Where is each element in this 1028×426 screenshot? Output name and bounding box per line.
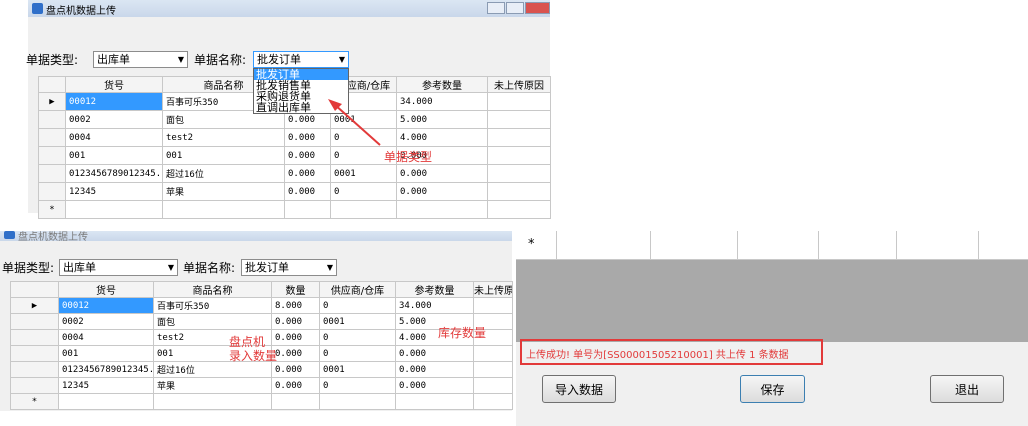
table-cell[interactable]: 0123456789012345... bbox=[58, 361, 154, 378]
table-cell[interactable]: 0.000 bbox=[395, 361, 474, 378]
doc-type-select[interactable]: 出库单 ▼ bbox=[59, 259, 178, 276]
table-cell[interactable] bbox=[58, 393, 154, 410]
row-indicator[interactable] bbox=[10, 361, 59, 378]
doc-type-label: 单据类型: bbox=[2, 261, 55, 275]
col-header-reason[interactable]: 未上传原 bbox=[473, 281, 513, 298]
table-cell[interactable]: 0 bbox=[319, 377, 396, 394]
row-indicator[interactable] bbox=[10, 377, 59, 394]
annotation-doc-type: 单据类型 bbox=[384, 150, 433, 164]
annotation-stock-qty: 库存数量 bbox=[438, 326, 487, 340]
row-indicator[interactable] bbox=[10, 345, 59, 362]
table-cell[interactable]: 0.000 bbox=[271, 377, 320, 394]
table-cell[interactable]: 001 bbox=[58, 345, 154, 362]
status-box: 上传成功! 单号为[SS00001505210001] 共上传 1 条数据 bbox=[520, 339, 823, 365]
col-header-code[interactable]: 货号 bbox=[58, 281, 154, 298]
annotation-entered-qty: 盘点机 录入数量 bbox=[229, 335, 277, 363]
window-title: 盘点机数据上传 bbox=[18, 232, 88, 243]
col-header-name[interactable]: 商品名称 bbox=[153, 281, 272, 298]
table-cell[interactable]: 超过16位 bbox=[153, 361, 272, 378]
table-cell[interactable]: 百事可乐350 bbox=[153, 297, 272, 314]
doc-name-label: 单据名称: bbox=[183, 261, 236, 275]
exit-button[interactable]: 退出 bbox=[930, 375, 1004, 403]
table-cell[interactable]: 0.000 bbox=[271, 345, 320, 362]
table-row[interactable]: 0123456789012345...超过16位0.00000010.000 bbox=[10, 361, 513, 378]
grid-col-divider bbox=[556, 231, 557, 259]
table-row[interactable]: ▶ 00012 百事可乐350 8.000 0 34.000 bbox=[10, 297, 513, 314]
chevron-down-icon: ▼ bbox=[326, 263, 333, 272]
table-cell[interactable]: 0.000 bbox=[271, 329, 320, 346]
import-data-button[interactable]: 导入数据 bbox=[542, 375, 616, 403]
save-button[interactable]: 保存 bbox=[740, 375, 805, 403]
table-cell[interactable] bbox=[153, 393, 272, 410]
grid-empty-area bbox=[516, 260, 1028, 342]
table-cell[interactable]: 0.000 bbox=[395, 345, 474, 362]
app-icon bbox=[4, 231, 15, 239]
grid-col-divider bbox=[896, 231, 897, 259]
table-cell[interactable]: 苹果 bbox=[153, 377, 272, 394]
table-cell[interactable]: 00012 bbox=[58, 297, 154, 314]
grid-new-row: * bbox=[516, 231, 1028, 260]
new-row-marker: * bbox=[528, 237, 535, 252]
table-cell[interactable] bbox=[271, 393, 320, 410]
table-cell[interactable] bbox=[473, 345, 513, 362]
table-row[interactable]: 12345 苹果 0.000 0 0.000 bbox=[10, 377, 513, 394]
grid-col-divider bbox=[978, 231, 979, 259]
col-header-ref-qty[interactable]: 参考数量 bbox=[395, 281, 474, 298]
row-indicator[interactable] bbox=[10, 329, 59, 346]
doc-type-value: 出库单 bbox=[63, 261, 96, 274]
chevron-down-icon: ▼ bbox=[167, 263, 174, 272]
doc-name-select[interactable]: 批发订单 ▼ bbox=[241, 259, 337, 276]
table-cell[interactable]: 0.000 bbox=[271, 361, 320, 378]
table-cell[interactable] bbox=[319, 393, 396, 410]
table-cell[interactable] bbox=[473, 361, 513, 378]
table-cell[interactable]: 面包 bbox=[153, 313, 272, 330]
table-cell[interactable]: 0 bbox=[319, 297, 396, 314]
table-cell[interactable]: 0002 bbox=[58, 313, 154, 330]
new-row[interactable]: * bbox=[10, 393, 513, 410]
annotation-entered-qty-text: 盘点机 录入数量 bbox=[229, 335, 278, 363]
col-header-supplier[interactable]: 供应商/仓库 bbox=[319, 281, 396, 298]
table-cell[interactable] bbox=[473, 393, 513, 410]
table-cell[interactable]: 8.000 bbox=[271, 297, 320, 314]
table-cell[interactable] bbox=[473, 377, 513, 394]
grid-col-divider bbox=[737, 231, 738, 259]
table-cell[interactable]: 0.000 bbox=[271, 313, 320, 330]
table-cell[interactable]: 0.000 bbox=[395, 377, 474, 394]
row-header-corner bbox=[10, 281, 59, 298]
table-cell[interactable]: 0 bbox=[319, 329, 396, 346]
table-cell[interactable]: 0001 bbox=[319, 361, 396, 378]
right-panel: * 上传成功! 单号为[SS00001505210001] 共上传 1 条数据 … bbox=[516, 231, 1028, 426]
table-cell[interactable]: 12345 bbox=[58, 377, 154, 394]
table-cell[interactable] bbox=[395, 393, 474, 410]
status-text: 上传成功! 单号为[SS00001505210001] 共上传 1 条数据 bbox=[526, 350, 789, 361]
grid-col-divider bbox=[818, 231, 819, 259]
table-cell[interactable]: 34.000 bbox=[395, 297, 474, 314]
new-row-marker[interactable]: * bbox=[10, 393, 59, 410]
row-indicator[interactable] bbox=[10, 313, 59, 330]
table-cell[interactable]: 0004 bbox=[58, 329, 154, 346]
table-cell[interactable]: 0001 bbox=[319, 313, 396, 330]
table-cell[interactable]: 0 bbox=[319, 345, 396, 362]
table-cell[interactable] bbox=[473, 297, 513, 314]
col-header-qty[interactable]: 数量 bbox=[271, 281, 320, 298]
title-bar: 盘点机数据上传 bbox=[0, 231, 512, 243]
grid-col-divider bbox=[650, 231, 651, 259]
row-indicator[interactable]: ▶ bbox=[10, 297, 59, 314]
doc-name-value: 批发订单 bbox=[245, 261, 289, 274]
header-row: 货号 商品名称 数量 供应商/仓库 参考数量 未上传原 bbox=[10, 281, 513, 298]
